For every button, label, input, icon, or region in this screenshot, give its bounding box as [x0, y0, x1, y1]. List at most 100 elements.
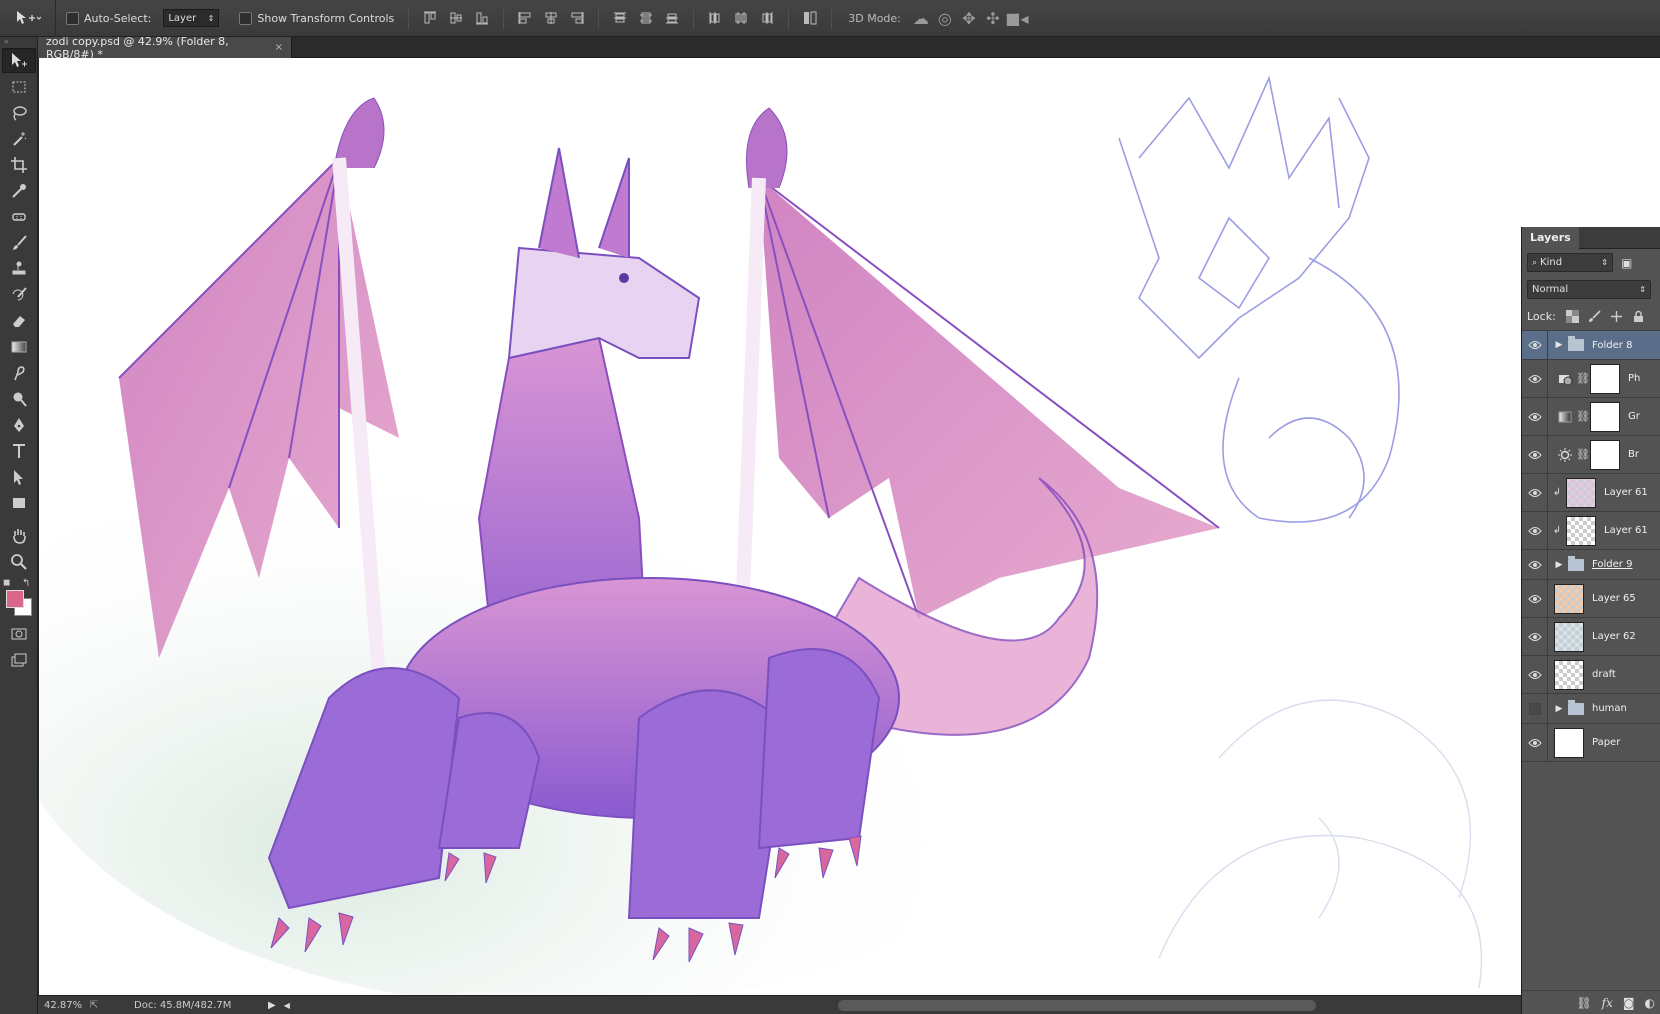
visibility-toggle[interactable]	[1522, 724, 1548, 761]
auto-select-dropdown[interactable]: Layer ⇕	[163, 9, 220, 27]
layer-row-gradient-map[interactable]: ⛓ Gr	[1522, 398, 1660, 436]
visibility-toggle[interactable]	[1522, 360, 1548, 397]
auto-select-box[interactable]	[66, 11, 79, 25]
clone-stamp-tool[interactable]	[2, 256, 36, 281]
visibility-toggle[interactable]	[1522, 656, 1548, 693]
rectangle-tool[interactable]	[2, 490, 36, 515]
lock-position-button[interactable]	[1608, 308, 1626, 326]
healing-brush-tool[interactable]	[2, 204, 36, 229]
align-left-edges-button[interactable]	[514, 7, 536, 29]
layer-row-paper[interactable]: Paper	[1522, 724, 1660, 762]
close-icon[interactable]: ×	[275, 42, 283, 53]
history-brush-tool[interactable]	[2, 282, 36, 307]
3d-slide-button[interactable]: ✣	[981, 7, 1005, 29]
zoom-tool[interactable]	[2, 549, 36, 574]
document-tab[interactable]: zodi copy.psd @ 42.9% (Folder 8, RGB/8#)…	[38, 35, 292, 61]
layer-row-layer-61-a[interactable]: ↲ Layer 61	[1522, 474, 1660, 512]
layer-row-layer-61-b[interactable]: ↲ Layer 61	[1522, 512, 1660, 550]
gradient-tool[interactable]	[2, 334, 36, 359]
disclosure-triangle-icon[interactable]: ▶	[1552, 560, 1566, 570]
layer-row-layer-62[interactable]: Layer 62	[1522, 618, 1660, 656]
zoom-level[interactable]: 42.87%	[38, 1000, 84, 1011]
visibility-toggle[interactable]	[1522, 436, 1548, 473]
hand-tool[interactable]	[2, 523, 36, 548]
screen-mode-button[interactable]	[2, 647, 36, 672]
foreground-color-swatch[interactable]	[6, 590, 24, 608]
distribute-bottom-button[interactable]	[661, 7, 683, 29]
auto-select-checkbox[interactable]: Auto-Select:	[66, 11, 151, 25]
lock-transparent-pixels-button[interactable]	[1564, 308, 1582, 326]
align-horizontal-centers-button[interactable]	[540, 7, 562, 29]
layer-mask-thumbnail[interactable]	[1590, 363, 1620, 394]
export-icon[interactable]: ⇱	[84, 1000, 104, 1011]
eyedropper-tool[interactable]	[2, 178, 36, 203]
path-selection-tool[interactable]	[2, 464, 36, 489]
move-tool-preset-picker[interactable]	[0, 0, 56, 37]
dodge-tool[interactable]	[2, 386, 36, 411]
layer-thumbnail[interactable]	[1554, 727, 1584, 758]
chain-link-icon[interactable]: ⛓	[1576, 410, 1590, 423]
auto-align-layers-button[interactable]	[799, 7, 821, 29]
quick-mask-button[interactable]	[2, 621, 36, 646]
status-menu-arrow-icon[interactable]: ▶	[268, 1000, 276, 1011]
type-tool[interactable]	[2, 438, 36, 463]
layer-mask-thumbnail[interactable]	[1590, 439, 1620, 470]
3d-roll-button[interactable]: ◎	[933, 7, 957, 29]
layer-row-brightness[interactable]: ⛓ Br	[1522, 436, 1660, 474]
link-layers-icon[interactable]: ⛓	[1576, 996, 1591, 1010]
image-filter-icon[interactable]: ▣	[1621, 256, 1632, 270]
align-top-edges-button[interactable]	[419, 7, 441, 29]
visibility-toggle[interactable]	[1522, 550, 1548, 579]
smudge-tool[interactable]	[2, 360, 36, 385]
canvas[interactable]	[39, 58, 1660, 995]
layer-thumbnail[interactable]	[1566, 477, 1596, 508]
layer-row-human[interactable]: ▶ human	[1522, 694, 1660, 724]
disclosure-triangle-icon[interactable]: ▶	[1552, 704, 1566, 714]
layer-row-photo-filter[interactable]: ⛓ Ph	[1522, 360, 1660, 398]
distribute-vcenter-button[interactable]	[635, 7, 657, 29]
visibility-toggle[interactable]	[1522, 474, 1548, 511]
visibility-toggle[interactable]	[1522, 694, 1548, 723]
layers-tab[interactable]: Layers	[1522, 227, 1579, 249]
3d-orbit-button[interactable]: ☁	[909, 7, 933, 29]
toolbox-collapse-icon[interactable]: »	[0, 37, 37, 47]
horizontal-scrollbar[interactable]	[838, 1000, 1316, 1011]
layer-thumbnail[interactable]	[1554, 621, 1584, 652]
adjustment-layer-icon[interactable]: ◐	[1645, 996, 1655, 1010]
distribute-top-button[interactable]	[609, 7, 631, 29]
visibility-toggle[interactable]	[1522, 512, 1548, 549]
crop-tool[interactable]	[2, 152, 36, 177]
align-bottom-edges-button[interactable]	[471, 7, 493, 29]
align-right-edges-button[interactable]	[566, 7, 588, 29]
align-vertical-centers-button[interactable]	[445, 7, 467, 29]
3d-scale-button[interactable]: ■◂	[1005, 7, 1029, 29]
move-tool[interactable]	[2, 48, 36, 73]
layer-style-icon[interactable]: fx	[1602, 996, 1613, 1010]
brush-tool[interactable]	[2, 230, 36, 255]
layer-row-layer-65[interactable]: Layer 65	[1522, 580, 1660, 618]
layer-row-folder-9[interactable]: ▶ Folder 9	[1522, 550, 1660, 580]
visibility-toggle[interactable]	[1522, 331, 1548, 359]
lasso-tool[interactable]	[2, 100, 36, 125]
layer-row-folder-8[interactable]: ▶ Folder 8	[1522, 330, 1660, 360]
show-transform-controls-checkbox[interactable]: Show Transform Controls	[239, 11, 394, 25]
layer-thumbnail[interactable]	[1554, 583, 1584, 614]
layer-thumbnail[interactable]	[1554, 659, 1584, 690]
add-mask-icon[interactable]: ◙	[1623, 996, 1635, 1010]
chain-link-icon[interactable]: ⛓	[1576, 448, 1590, 461]
hidden-visibility-box[interactable]	[1528, 702, 1541, 715]
layer-mask-thumbnail[interactable]	[1590, 401, 1620, 432]
disclosure-triangle-icon[interactable]: ▶	[1552, 340, 1566, 350]
chain-link-icon[interactable]: ⛓	[1576, 372, 1590, 385]
3d-pan-button[interactable]: ✥	[957, 7, 981, 29]
magic-wand-tool[interactable]	[2, 126, 36, 151]
lock-all-button[interactable]	[1630, 308, 1648, 326]
visibility-toggle[interactable]	[1522, 398, 1548, 435]
eraser-tool[interactable]	[2, 308, 36, 333]
pen-tool[interactable]	[2, 412, 36, 437]
swap-colors-icon[interactable]: ↰	[22, 578, 30, 589]
distribute-left-button[interactable]	[704, 7, 726, 29]
lock-image-pixels-button[interactable]	[1586, 308, 1604, 326]
marquee-tool[interactable]	[2, 74, 36, 99]
distribute-hcenter-button[interactable]	[730, 7, 752, 29]
